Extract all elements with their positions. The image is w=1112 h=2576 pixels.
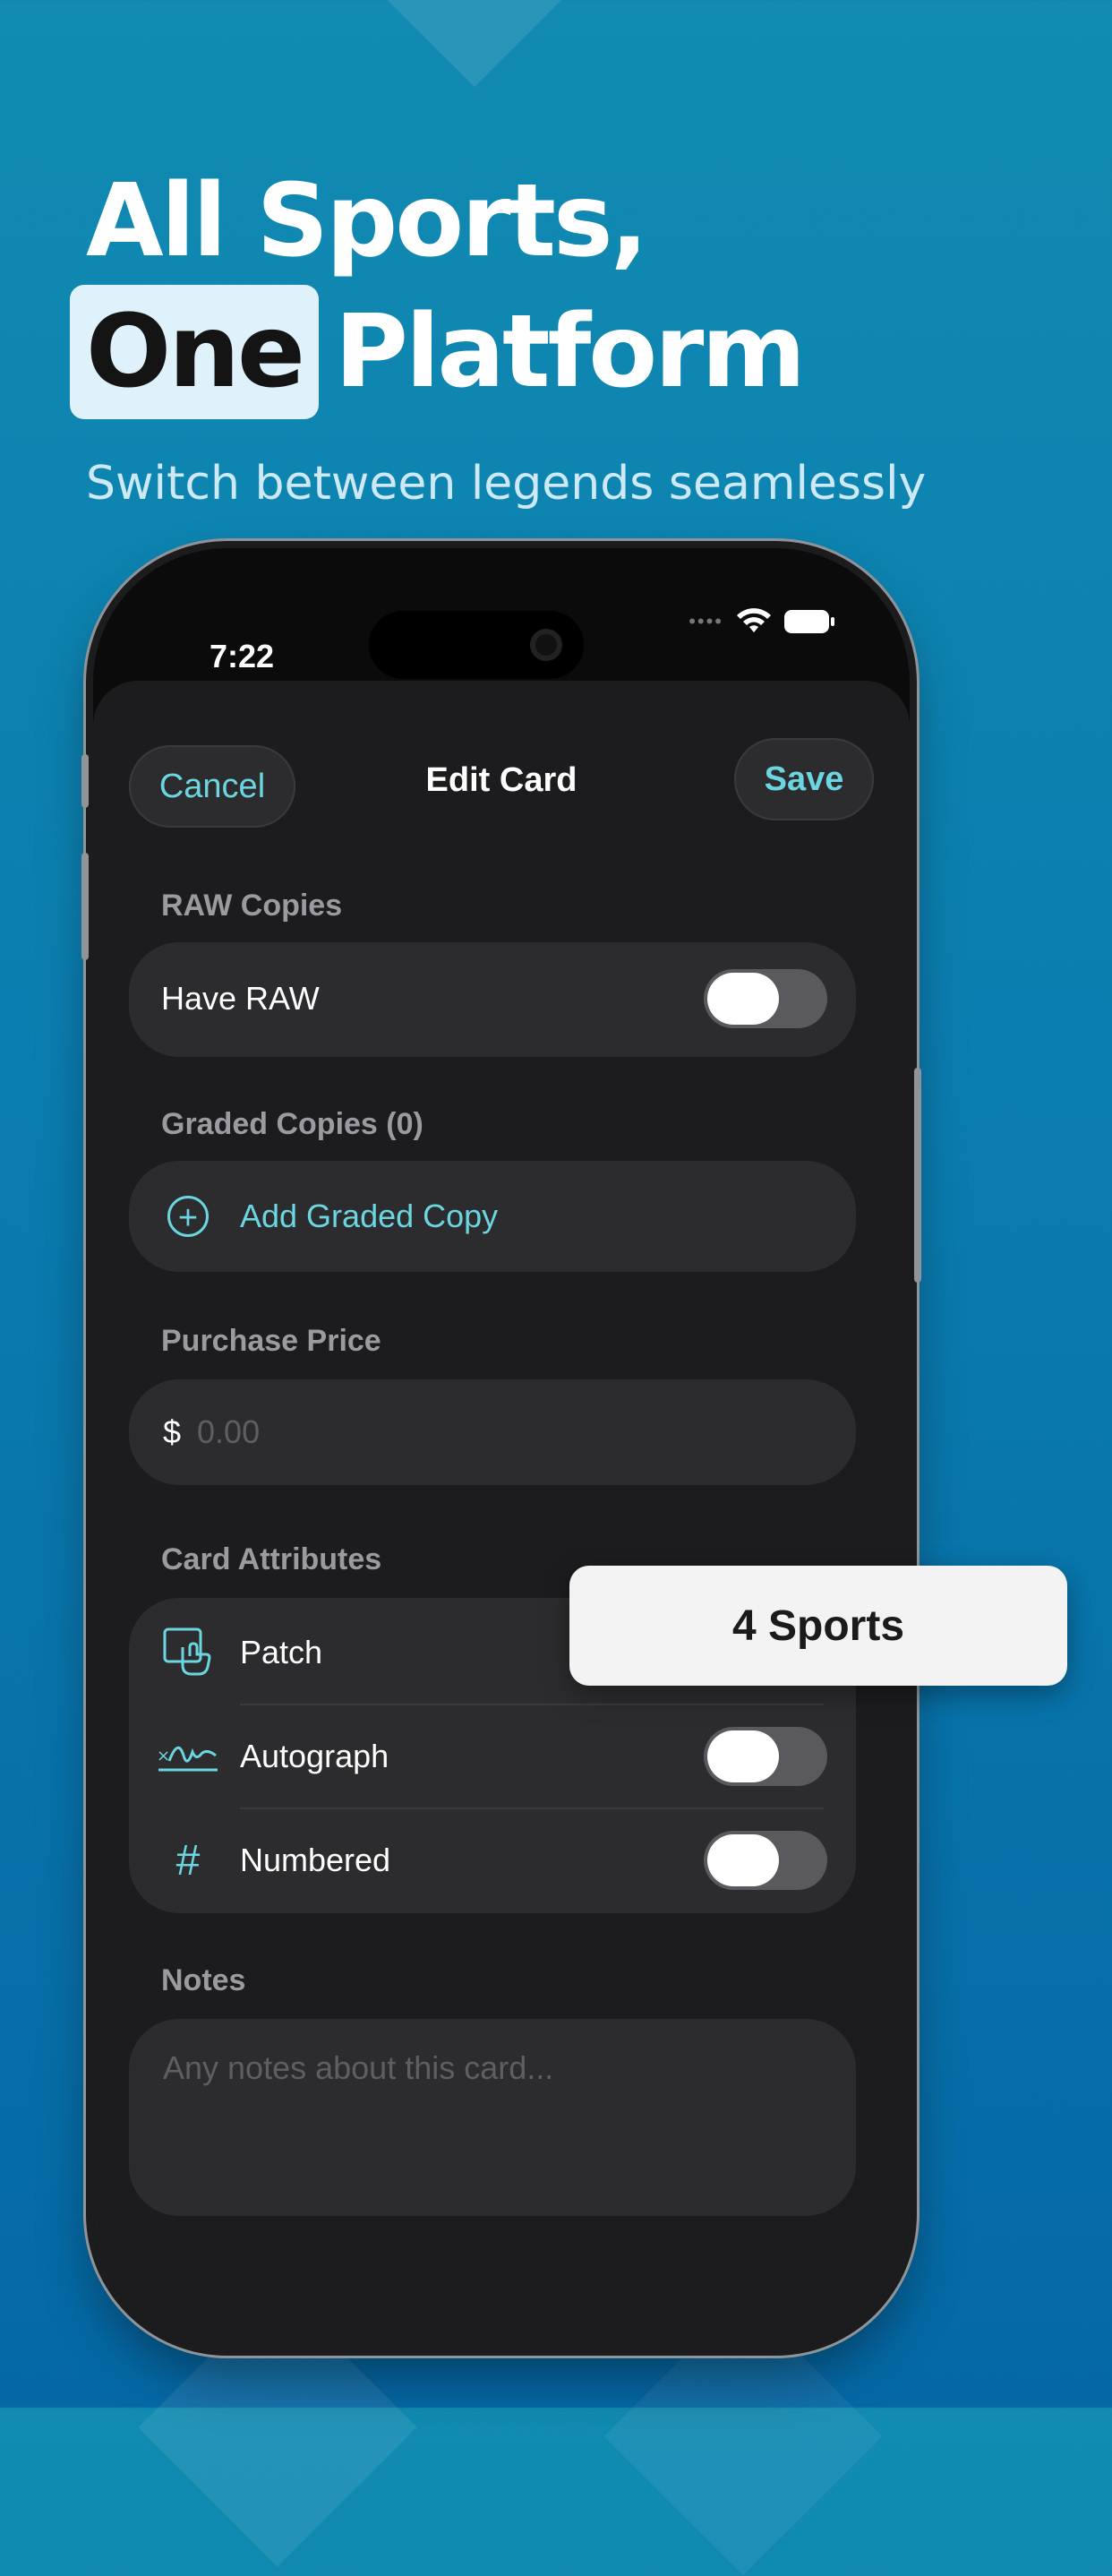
add-graded-copy-label: Add Graded Copy <box>240 1198 499 1234</box>
dynamic-island <box>369 611 584 679</box>
sports-count-badge: 4 Sports <box>569 1566 1067 1686</box>
headline-line1: All Sports, <box>86 163 648 279</box>
toggle-knob <box>707 1834 779 1886</box>
raw-copies-group: Have RAW <box>129 942 856 1057</box>
attribute-label: Numbered <box>240 1842 391 1878</box>
notes-label: Notes <box>161 1963 246 1997</box>
wifi-icon <box>737 608 771 632</box>
phone-side-button <box>81 853 89 960</box>
currency-symbol: $ <box>163 1413 182 1450</box>
attribute-label: Autograph <box>240 1738 389 1774</box>
phone-side-button <box>81 754 89 808</box>
phone-side-button <box>914 1068 921 1283</box>
attribute-row-numbered: # Numbered <box>129 1809 856 1911</box>
purchase-price-label: Purchase Price <box>161 1324 381 1358</box>
headline-highlight: One <box>70 285 319 419</box>
camera-icon <box>530 629 562 661</box>
status-time: 7:22 <box>210 638 275 674</box>
attribute-label: Patch <box>240 1634 323 1670</box>
have-raw-toggle[interactable] <box>704 969 827 1028</box>
hash-icon: # <box>175 1836 201 1885</box>
numbered-toggle[interactable] <box>704 1831 827 1890</box>
battery-icon <box>784 610 834 633</box>
notes-field[interactable]: Any notes about this card... <box>129 2019 856 2216</box>
status-icons: •••• <box>689 607 834 636</box>
notes-input[interactable]: Any notes about this card... <box>163 2049 553 2087</box>
decorative-diamond <box>360 0 589 88</box>
signal-icon: •••• <box>689 610 723 632</box>
raw-copies-label: RAW Copies <box>161 889 343 923</box>
patch-icon <box>159 1624 217 1681</box>
purchase-price-input[interactable]: 0.00 <box>197 1413 260 1451</box>
autograph-toggle[interactable] <box>704 1727 827 1786</box>
phone-mockup: 7:22 •••• Cancel Edit Card Save RAW Copi… <box>81 548 921 2348</box>
svg-text:×: × <box>157 1747 170 1765</box>
edit-card-screen: Cancel Edit Card Save RAW Copies Have RA… <box>93 681 910 2348</box>
toggle-knob <box>707 1730 779 1782</box>
have-raw-label: Have RAW <box>161 980 320 1017</box>
attribute-row-autograph: × Autograph <box>129 1705 856 1807</box>
graded-copies-group: + Add Graded Copy <box>129 1161 856 1272</box>
add-graded-copy-button[interactable]: + Add Graded Copy <box>129 1165 856 1267</box>
save-button[interactable]: Save <box>734 738 874 820</box>
plus-circle-icon: + <box>159 1188 217 1245</box>
graded-copies-label: Graded Copies (0) <box>161 1107 423 1141</box>
purchase-price-row: $ 0.00 <box>129 1381 856 1483</box>
headline-line2-rest: Platform <box>334 294 806 410</box>
autograph-icon: × <box>156 1728 220 1785</box>
subtitle: Switch between legends seamlessly <box>86 457 927 511</box>
card-attributes-label: Card Attributes <box>161 1542 382 1576</box>
have-raw-row: Have RAW <box>129 948 856 1050</box>
headline: All Sports, One Platform <box>70 158 806 419</box>
purchase-price-field[interactable]: $ 0.00 <box>129 1379 856 1485</box>
toggle-knob <box>707 973 779 1025</box>
headline-line2: One Platform <box>70 285 806 419</box>
